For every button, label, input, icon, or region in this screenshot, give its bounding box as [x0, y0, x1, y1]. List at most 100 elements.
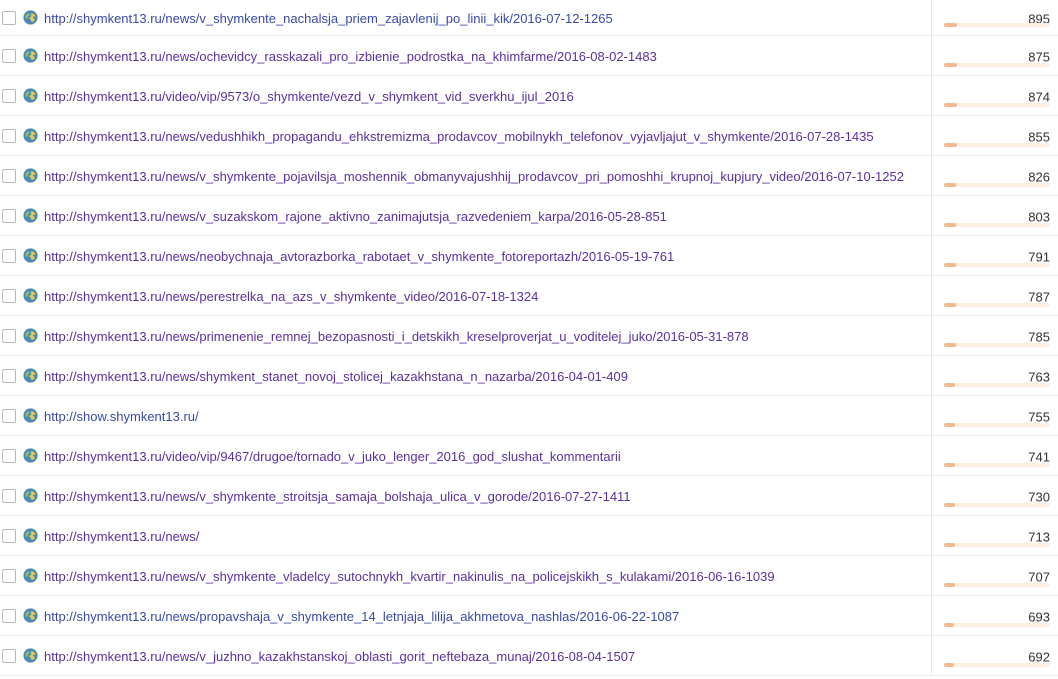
table-row: http://shymkent13.ru/news/v_shymkente_po… — [0, 156, 1058, 196]
row-checkbox[interactable] — [2, 608, 16, 623]
share-bar — [944, 343, 1050, 347]
visit-count: 855 — [1028, 129, 1050, 144]
url-link[interactable]: http://shymkent13.ru/news/ochevidcy_rass… — [44, 49, 657, 65]
url-link[interactable]: http://shymkent13.ru/video/vip/9573/o_sh… — [44, 89, 574, 105]
table-row: http://shymkent13.ru/news/shymkent_stane… — [0, 356, 1058, 396]
share-bar-fill — [944, 303, 956, 307]
metric-cell: 785 — [944, 316, 1050, 355]
metric-cell: 895 — [944, 0, 1050, 35]
column-divider — [931, 556, 932, 595]
share-bar — [944, 183, 1050, 187]
column-divider — [931, 516, 932, 555]
metric-cell: 791 — [944, 236, 1050, 275]
row-checkbox[interactable] — [2, 368, 16, 383]
share-bar-fill — [944, 583, 955, 587]
row-checkbox[interactable] — [2, 528, 16, 543]
metric-cell: 730 — [944, 476, 1050, 515]
column-divider — [931, 276, 932, 315]
share-bar — [944, 223, 1050, 227]
row-checkbox[interactable] — [2, 88, 16, 103]
table-row: http://shymkent13.ru/news/ 713 — [0, 516, 1058, 556]
share-bar-fill — [944, 63, 957, 67]
row-checkbox[interactable] — [2, 408, 16, 423]
share-bar-fill — [944, 463, 955, 467]
row-checkbox[interactable] — [2, 48, 16, 63]
table-row: http://shymkent13.ru/news/v_suzakskom_ra… — [0, 196, 1058, 236]
visit-count: 763 — [1028, 369, 1050, 384]
column-divider — [931, 476, 932, 515]
globe-icon — [23, 607, 38, 623]
metric-cell: 855 — [944, 116, 1050, 155]
row-checkbox[interactable] — [2, 568, 16, 583]
metric-cell: 875 — [944, 36, 1050, 75]
row-checkbox[interactable] — [2, 448, 16, 463]
row-checkbox[interactable] — [2, 488, 16, 503]
visit-count: 826 — [1028, 169, 1050, 184]
url-link[interactable]: http://shymkent13.ru/news/perestrelka_na… — [44, 289, 538, 305]
column-divider — [931, 316, 932, 355]
url-link[interactable]: http://shymkent13.ru/news/ — [44, 529, 199, 545]
url-link[interactable]: http://shymkent13.ru/news/v_shymkente_na… — [44, 11, 613, 27]
row-checkbox[interactable] — [2, 248, 16, 263]
share-bar-fill — [944, 383, 955, 387]
url-link[interactable]: http://shymkent13.ru/news/v_shymkente_vl… — [44, 569, 775, 585]
row-checkbox[interactable] — [2, 168, 16, 183]
table-row: http://shymkent13.ru/news/propavshaja_v_… — [0, 596, 1058, 636]
share-bar — [944, 663, 1050, 667]
visit-count: 875 — [1028, 49, 1050, 64]
globe-icon — [23, 327, 38, 343]
row-checkbox[interactable] — [2, 648, 16, 663]
share-bar-fill — [944, 183, 956, 187]
row-checkbox[interactable] — [2, 10, 16, 25]
visit-count: 730 — [1028, 489, 1050, 504]
column-divider — [931, 636, 932, 675]
metric-cell: 803 — [944, 196, 1050, 235]
share-bar-fill — [944, 103, 957, 107]
visit-count: 693 — [1028, 609, 1050, 624]
url-link[interactable]: http://shymkent13.ru/news/v_suzakskom_ra… — [44, 209, 667, 225]
globe-icon — [23, 447, 38, 463]
row-checkbox[interactable] — [2, 128, 16, 143]
url-link[interactable]: http://shymkent13.ru/news/v_juzhno_kazak… — [44, 649, 635, 665]
share-bar-fill — [944, 23, 957, 27]
url-link[interactable]: http://shymkent13.ru/news/primenenie_rem… — [44, 329, 749, 345]
share-bar — [944, 303, 1050, 307]
share-bar — [944, 143, 1050, 147]
url-link[interactable]: http://shymkent13.ru/news/shymkent_stane… — [44, 369, 628, 385]
visit-count: 803 — [1028, 209, 1050, 224]
share-bar — [944, 63, 1050, 67]
url-link[interactable]: http://shymkent13.ru/video/vip/9467/drug… — [44, 449, 621, 465]
share-bar-fill — [944, 143, 957, 147]
url-link[interactable]: http://shymkent13.ru/news/propavshaja_v_… — [44, 609, 679, 625]
globe-icon — [23, 247, 38, 263]
visit-count: 741 — [1028, 449, 1050, 464]
share-bar-fill — [944, 623, 954, 627]
row-checkbox[interactable] — [2, 208, 16, 223]
url-link[interactable]: http://shymkent13.ru/news/vedushhikh_pro… — [44, 129, 874, 145]
visit-count: 787 — [1028, 289, 1050, 304]
globe-icon — [23, 647, 38, 663]
url-link[interactable]: http://shymkent13.ru/news/neobychnaja_av… — [44, 249, 674, 265]
table-row: http://shymkent13.ru/video/vip/9467/drug… — [0, 436, 1058, 476]
url-link[interactable]: http://shymkent13.ru/news/v_shymkente_po… — [44, 169, 904, 185]
metric-cell: 693 — [944, 596, 1050, 635]
share-bar-fill — [944, 423, 955, 427]
visit-count: 874 — [1028, 89, 1050, 104]
metric-cell: 826 — [944, 156, 1050, 195]
table-row: http://shymkent13.ru/news/v_shymkente_na… — [0, 0, 1058, 36]
row-checkbox[interactable] — [2, 328, 16, 343]
url-link[interactable]: http://show.shymkent13.ru/ — [44, 409, 199, 425]
table-row: http://show.shymkent13.ru/ 755 — [0, 396, 1058, 436]
globe-icon — [23, 87, 38, 103]
metric-cell: 874 — [944, 76, 1050, 115]
globe-icon — [23, 127, 38, 143]
share-bar — [944, 503, 1050, 507]
share-bar-fill — [944, 503, 955, 507]
metric-cell: 755 — [944, 396, 1050, 435]
table-row: http://shymkent13.ru/news/primenenie_rem… — [0, 316, 1058, 356]
table-row: http://shymkent13.ru/news/neobychnaja_av… — [0, 236, 1058, 276]
globe-icon — [23, 487, 38, 503]
row-checkbox[interactable] — [2, 288, 16, 303]
visit-count: 785 — [1028, 329, 1050, 344]
url-link[interactable]: http://shymkent13.ru/news/v_shymkente_st… — [44, 489, 631, 505]
